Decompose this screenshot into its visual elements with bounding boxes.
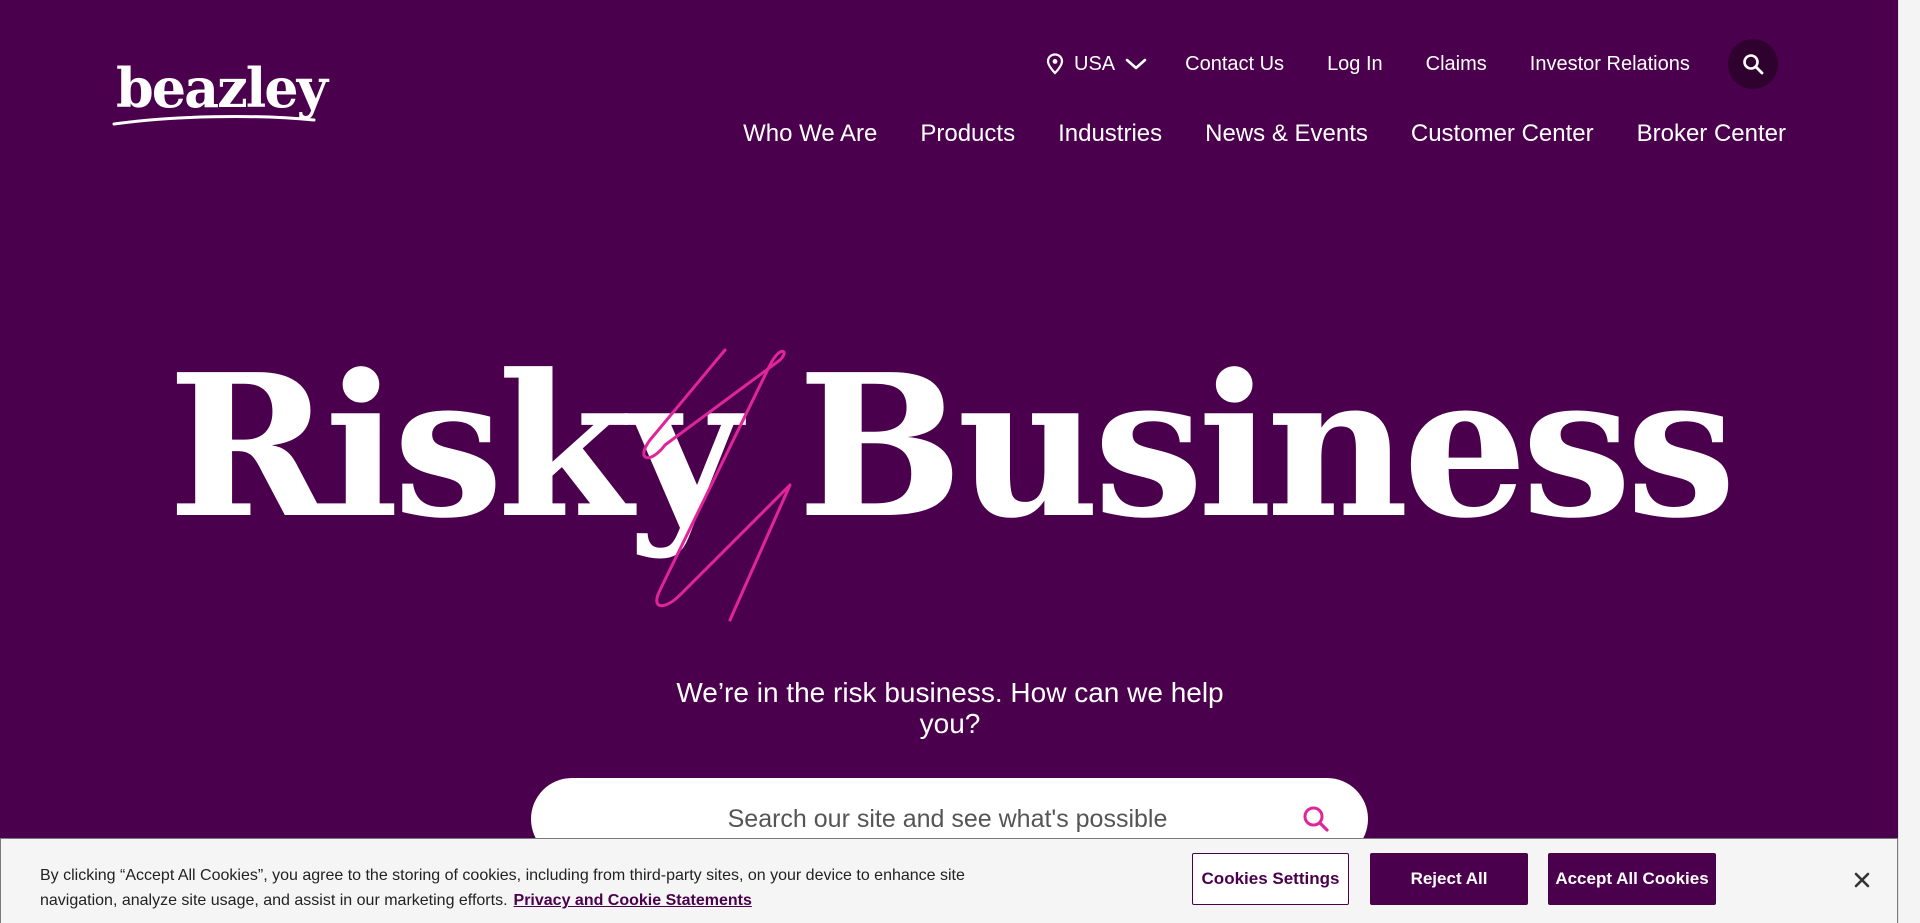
investor-relations-link[interactable]: Investor Relations bbox=[1530, 53, 1690, 76]
search-icon bbox=[1303, 806, 1329, 832]
header-search-button[interactable] bbox=[1727, 39, 1778, 89]
contact-us-link[interactable]: Contact Us bbox=[1185, 53, 1284, 76]
close-icon bbox=[1854, 872, 1870, 888]
logo-swoosh-icon bbox=[112, 115, 316, 126]
site-search-input[interactable] bbox=[531, 803, 1286, 835]
country-label: USA bbox=[1074, 52, 1116, 75]
reject-all-button[interactable]: Reject All bbox=[1370, 853, 1528, 905]
logo-wordmark: beazley bbox=[116, 56, 328, 120]
page-scrollbar[interactable] bbox=[1898, 0, 1920, 923]
page: beazley USA Contact Us Log In Claims Inv… bbox=[0, 0, 1898, 923]
chevron-down-icon bbox=[1125, 58, 1147, 70]
cookie-banner: By clicking “Accept All Cookies”, you ag… bbox=[0, 838, 1898, 923]
nav-who-we-are[interactable]: Who We Are bbox=[743, 120, 877, 148]
nav-industries[interactable]: Industries bbox=[1058, 120, 1162, 148]
search-icon bbox=[1743, 54, 1764, 75]
cookie-close-button[interactable] bbox=[1845, 863, 1879, 897]
privacy-cookie-link[interactable]: Privacy and Cookie Statements bbox=[514, 892, 752, 909]
nav-news-events[interactable]: News & Events bbox=[1205, 120, 1368, 148]
main-nav: Who We Are Products Industries News & Ev… bbox=[743, 120, 1786, 148]
cookies-settings-button[interactable]: Cookies Settings bbox=[1192, 853, 1349, 905]
claims-link[interactable]: Claims bbox=[1426, 53, 1487, 76]
cookie-message-text: By clicking “Accept All Cookies”, you ag… bbox=[40, 867, 965, 909]
map-pin-icon bbox=[1046, 53, 1064, 75]
utility-nav: USA Contact Us Log In Claims Investor Re… bbox=[1046, 39, 1778, 89]
accept-all-cookies-button[interactable]: Accept All Cookies bbox=[1548, 853, 1716, 905]
scribble-icon bbox=[642, 348, 792, 622]
cookie-message: By clicking “Accept All Cookies”, you ag… bbox=[40, 863, 1020, 913]
country-selector[interactable]: USA bbox=[1046, 53, 1147, 76]
nav-broker-center[interactable]: Broker Center bbox=[1637, 120, 1786, 148]
beazley-logo[interactable]: beazley bbox=[112, 56, 328, 128]
nav-customer-center[interactable]: Customer Center bbox=[1411, 120, 1594, 148]
log-in-link[interactable]: Log In bbox=[1327, 53, 1383, 76]
nav-products[interactable]: Products bbox=[920, 120, 1015, 148]
hero-title: Risky Business bbox=[167, 332, 1736, 562]
hero-tagline: We’re in the risk business. How can we h… bbox=[676, 677, 1224, 739]
